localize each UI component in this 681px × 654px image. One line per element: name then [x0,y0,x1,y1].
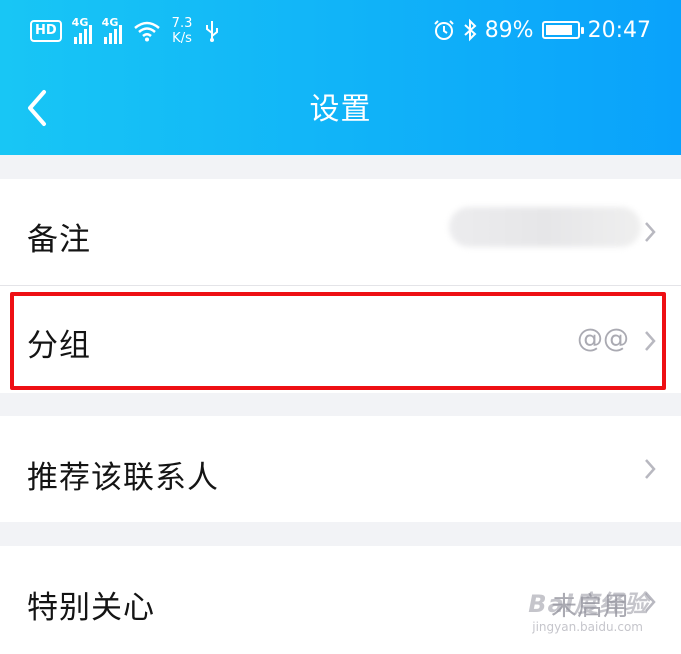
signal-icon: 4G [101,16,122,44]
remark-value-blurred [449,207,641,247]
wifi-icon [133,21,160,42]
battery-icon [541,21,584,39]
speed-unit: K/s [172,31,192,46]
alarm-icon [433,20,454,40]
highlight-box [10,292,666,390]
settings-row-recommend[interactable]: 推荐该联系人 [0,416,681,522]
network-type-label: 4G [71,16,89,29]
network-speed: 7.3 K/s [172,16,193,46]
speed-value: 7.3 [171,16,193,31]
watermark: Bai度经验 [528,590,649,618]
bluetooth-icon [464,18,477,42]
watermark-url: jingyan.baidu.com [532,620,643,634]
signal-icon: 4G [71,16,92,44]
status-bar: HD 4G 4G 7.3 K/s 89% 20:47 [0,0,681,60]
battery-fill [545,25,573,35]
hd-icon: HD [30,20,62,42]
battery-percent: 89% [484,17,534,43]
page-title: 设置 [309,92,372,127]
header-bar: HD 4G 4G 7.3 K/s 89% 20:47 设置 [0,0,681,155]
settings-row-remark[interactable]: 备注 [0,179,681,285]
clock-time: 20:47 [587,17,651,43]
chevron-right-icon [645,459,656,479]
network-type-label: 4G [101,16,119,29]
chevron-right-icon [645,222,656,242]
row-label: 推荐该联系人 [27,460,219,496]
usb-icon [206,21,219,42]
row-label: 备注 [27,222,91,258]
row-label: 特别关心 [27,590,155,626]
